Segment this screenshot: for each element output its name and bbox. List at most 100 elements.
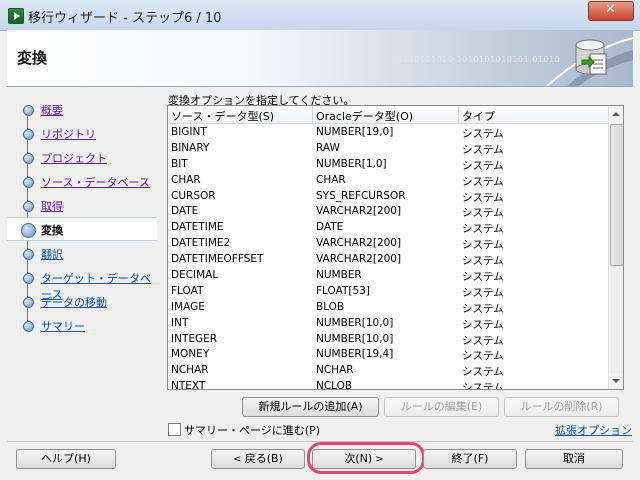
cell-type: システム <box>462 191 504 204</box>
advanced-options-link[interactable]: 拡張オプション <box>555 422 632 438</box>
table-row[interactable]: DATETIME2 VARCHAR2[200] システム <box>168 235 609 251</box>
table-row[interactable]: IMAGE BLOB システム <box>168 299 609 315</box>
table-row[interactable]: DATE VARCHAR2[200] システム <box>168 203 609 219</box>
cell-oracle-type: BLOB <box>316 300 345 313</box>
cell-oracle-type: SYS_REFCURSOR <box>316 189 406 202</box>
table-row[interactable]: INTEGER NUMBER[10,0] システム <box>168 331 609 347</box>
step-current-icon <box>21 223 36 238</box>
page-title: 変換 <box>17 49 48 67</box>
close-button[interactable] <box>588 1 634 21</box>
table-row[interactable]: DECIMAL NUMBER システム <box>168 267 609 283</box>
cell-type: システム <box>462 143 504 156</box>
step-label: 変換 <box>41 224 63 237</box>
vertical-scrollbar[interactable] <box>608 106 623 389</box>
add-rule-button[interactable]: 新規ルールの追加(A) <box>242 397 379 417</box>
cell-oracle-type: CHAR <box>316 173 346 186</box>
table-row[interactable]: CURSOR SYS_REFCURSOR システム <box>168 188 609 204</box>
step-capture[interactable]: 取得 <box>7 194 157 216</box>
step-pending-icon <box>23 321 34 332</box>
column-header-source-type[interactable]: ソース・データ型(S) <box>171 108 274 124</box>
cell-source-type: INT <box>171 316 189 329</box>
cell-source-type: BINARY <box>171 141 210 154</box>
table-row[interactable]: NCHAR NCHAR システム <box>168 362 609 378</box>
cell-source-type: NCHAR <box>171 364 209 377</box>
step-project[interactable]: プロジェクト <box>7 146 157 168</box>
next-button-highlight-ring <box>307 442 425 474</box>
help-button[interactable]: ヘルプ(H) <box>16 449 116 469</box>
cell-source-type: DECIMAL <box>171 269 219 282</box>
step-label: データの移動 <box>41 296 107 309</box>
cell-type: システム <box>462 207 504 220</box>
cell-source-type: DATETIME2 <box>171 237 231 250</box>
title-bar: 移行ウィザード - ステップ6 / 10 <box>0 0 640 31</box>
scroll-up-arrow-icon[interactable] <box>609 106 623 122</box>
column-header-type[interactable]: タイプ <box>462 108 495 124</box>
cell-source-type: CURSOR <box>171 189 216 202</box>
step-convert-current[interactable]: 変換 <box>7 217 157 241</box>
step-done-icon <box>23 177 34 188</box>
step-label: 概要 <box>41 104 63 117</box>
column-header-oracle-type[interactable]: Oracleデータ型(O) <box>316 108 413 124</box>
cell-source-type: MONEY <box>171 348 210 361</box>
cell-type: システム <box>462 382 504 390</box>
step-done-icon <box>23 153 34 164</box>
table-row[interactable]: BIT NUMBER[1,0] システム <box>168 156 609 172</box>
step-target-database[interactable]: ターゲット・データベース <box>7 266 157 301</box>
step-overview[interactable]: 概要 <box>7 98 157 120</box>
step-label: 翻訳 <box>41 248 63 261</box>
table-row[interactable]: BIGINT NUMBER[19,0] システム <box>168 124 609 140</box>
cell-type: システム <box>462 286 504 299</box>
datatype-mapping-table: ソース・データ型(S) Oracleデータ型(O) タイプ BIGINT NUMB… <box>167 105 624 390</box>
edit-rule-button[interactable]: ルールの編集(E) <box>384 397 499 417</box>
scrollbar-thumb[interactable] <box>610 124 623 266</box>
table-row[interactable]: CHAR CHAR システム <box>168 172 609 188</box>
migration-wizard-window: 移行ウィザード - ステップ6 / 10 変換 01010101010 1010… <box>0 0 640 480</box>
table-row[interactable]: INT NUMBER[10,0] システム <box>168 315 609 331</box>
skip-to-summary-checkbox[interactable] <box>168 423 181 436</box>
finish-button[interactable]: 終了(F) <box>423 449 517 469</box>
cell-oracle-type: FLOAT[53] <box>316 284 370 297</box>
table-header: ソース・データ型(S) Oracleデータ型(O) タイプ <box>168 106 609 124</box>
step-pending-icon <box>23 297 34 308</box>
step-label: サマリー <box>41 320 85 333</box>
cell-type: システム <box>462 318 504 331</box>
cell-oracle-type: VARCHAR2[200] <box>316 237 402 250</box>
cell-type: システム <box>462 271 504 284</box>
table-row[interactable]: MONEY NUMBER[19,4] システム <box>168 346 609 362</box>
step-data-move[interactable]: データの移動 <box>7 290 157 312</box>
table-row[interactable]: BINARY RAW システム <box>168 140 609 156</box>
cancel-button[interactable]: 取消 <box>525 449 623 469</box>
step-summary[interactable]: サマリー <box>7 314 157 336</box>
step-source-database[interactable]: ソース・データベース <box>7 170 157 192</box>
cell-oracle-type: DATE <box>316 221 344 234</box>
step-repository[interactable]: リポジトリ <box>7 122 157 144</box>
cell-type: システム <box>462 239 504 252</box>
table-row[interactable]: DATETIMEOFFSET VARCHAR2[200] システム <box>168 251 609 267</box>
cell-oracle-type: NCHAR <box>316 364 354 377</box>
table-row[interactable]: DATETIME DATE システム <box>168 219 609 235</box>
delete-rule-button[interactable]: ルールの削除(R) <box>504 397 619 417</box>
step-done-icon <box>23 201 34 212</box>
cell-oracle-type: VARCHAR2[200] <box>316 253 402 266</box>
back-button[interactable]: < 戻る(B) <box>211 449 305 469</box>
cell-oracle-type: NCLOB <box>316 380 353 390</box>
cell-oracle-type: NUMBER[19,0] <box>316 126 394 138</box>
skip-to-summary-label[interactable]: サマリー・ページに進む(P) <box>184 422 320 438</box>
cell-source-type: BIGINT <box>171 126 207 138</box>
scroll-down-arrow-icon[interactable] <box>609 373 623 389</box>
cell-type: システム <box>462 350 504 363</box>
cell-oracle-type: NUMBER[1,0] <box>316 157 387 170</box>
column-divider[interactable] <box>458 106 459 123</box>
step-label: 取得 <box>41 200 63 213</box>
cell-oracle-type: NUMBER <box>316 269 362 282</box>
cell-source-type: INTEGER <box>171 332 218 345</box>
column-divider[interactable] <box>312 106 313 123</box>
cell-source-type: DATETIMEOFFSET <box>171 253 264 266</box>
chevron-left-icon: < <box>233 454 245 465</box>
table-row[interactable]: NTEXT NCLOB システム <box>168 378 609 390</box>
step-translate[interactable]: 翻訳 <box>7 242 157 264</box>
back-button-label: 戻る(B) <box>244 452 283 465</box>
cell-source-type: CHAR <box>171 173 201 186</box>
cell-type: システム <box>462 366 504 379</box>
table-row[interactable]: FLOAT FLOAT[53] システム <box>168 283 609 299</box>
